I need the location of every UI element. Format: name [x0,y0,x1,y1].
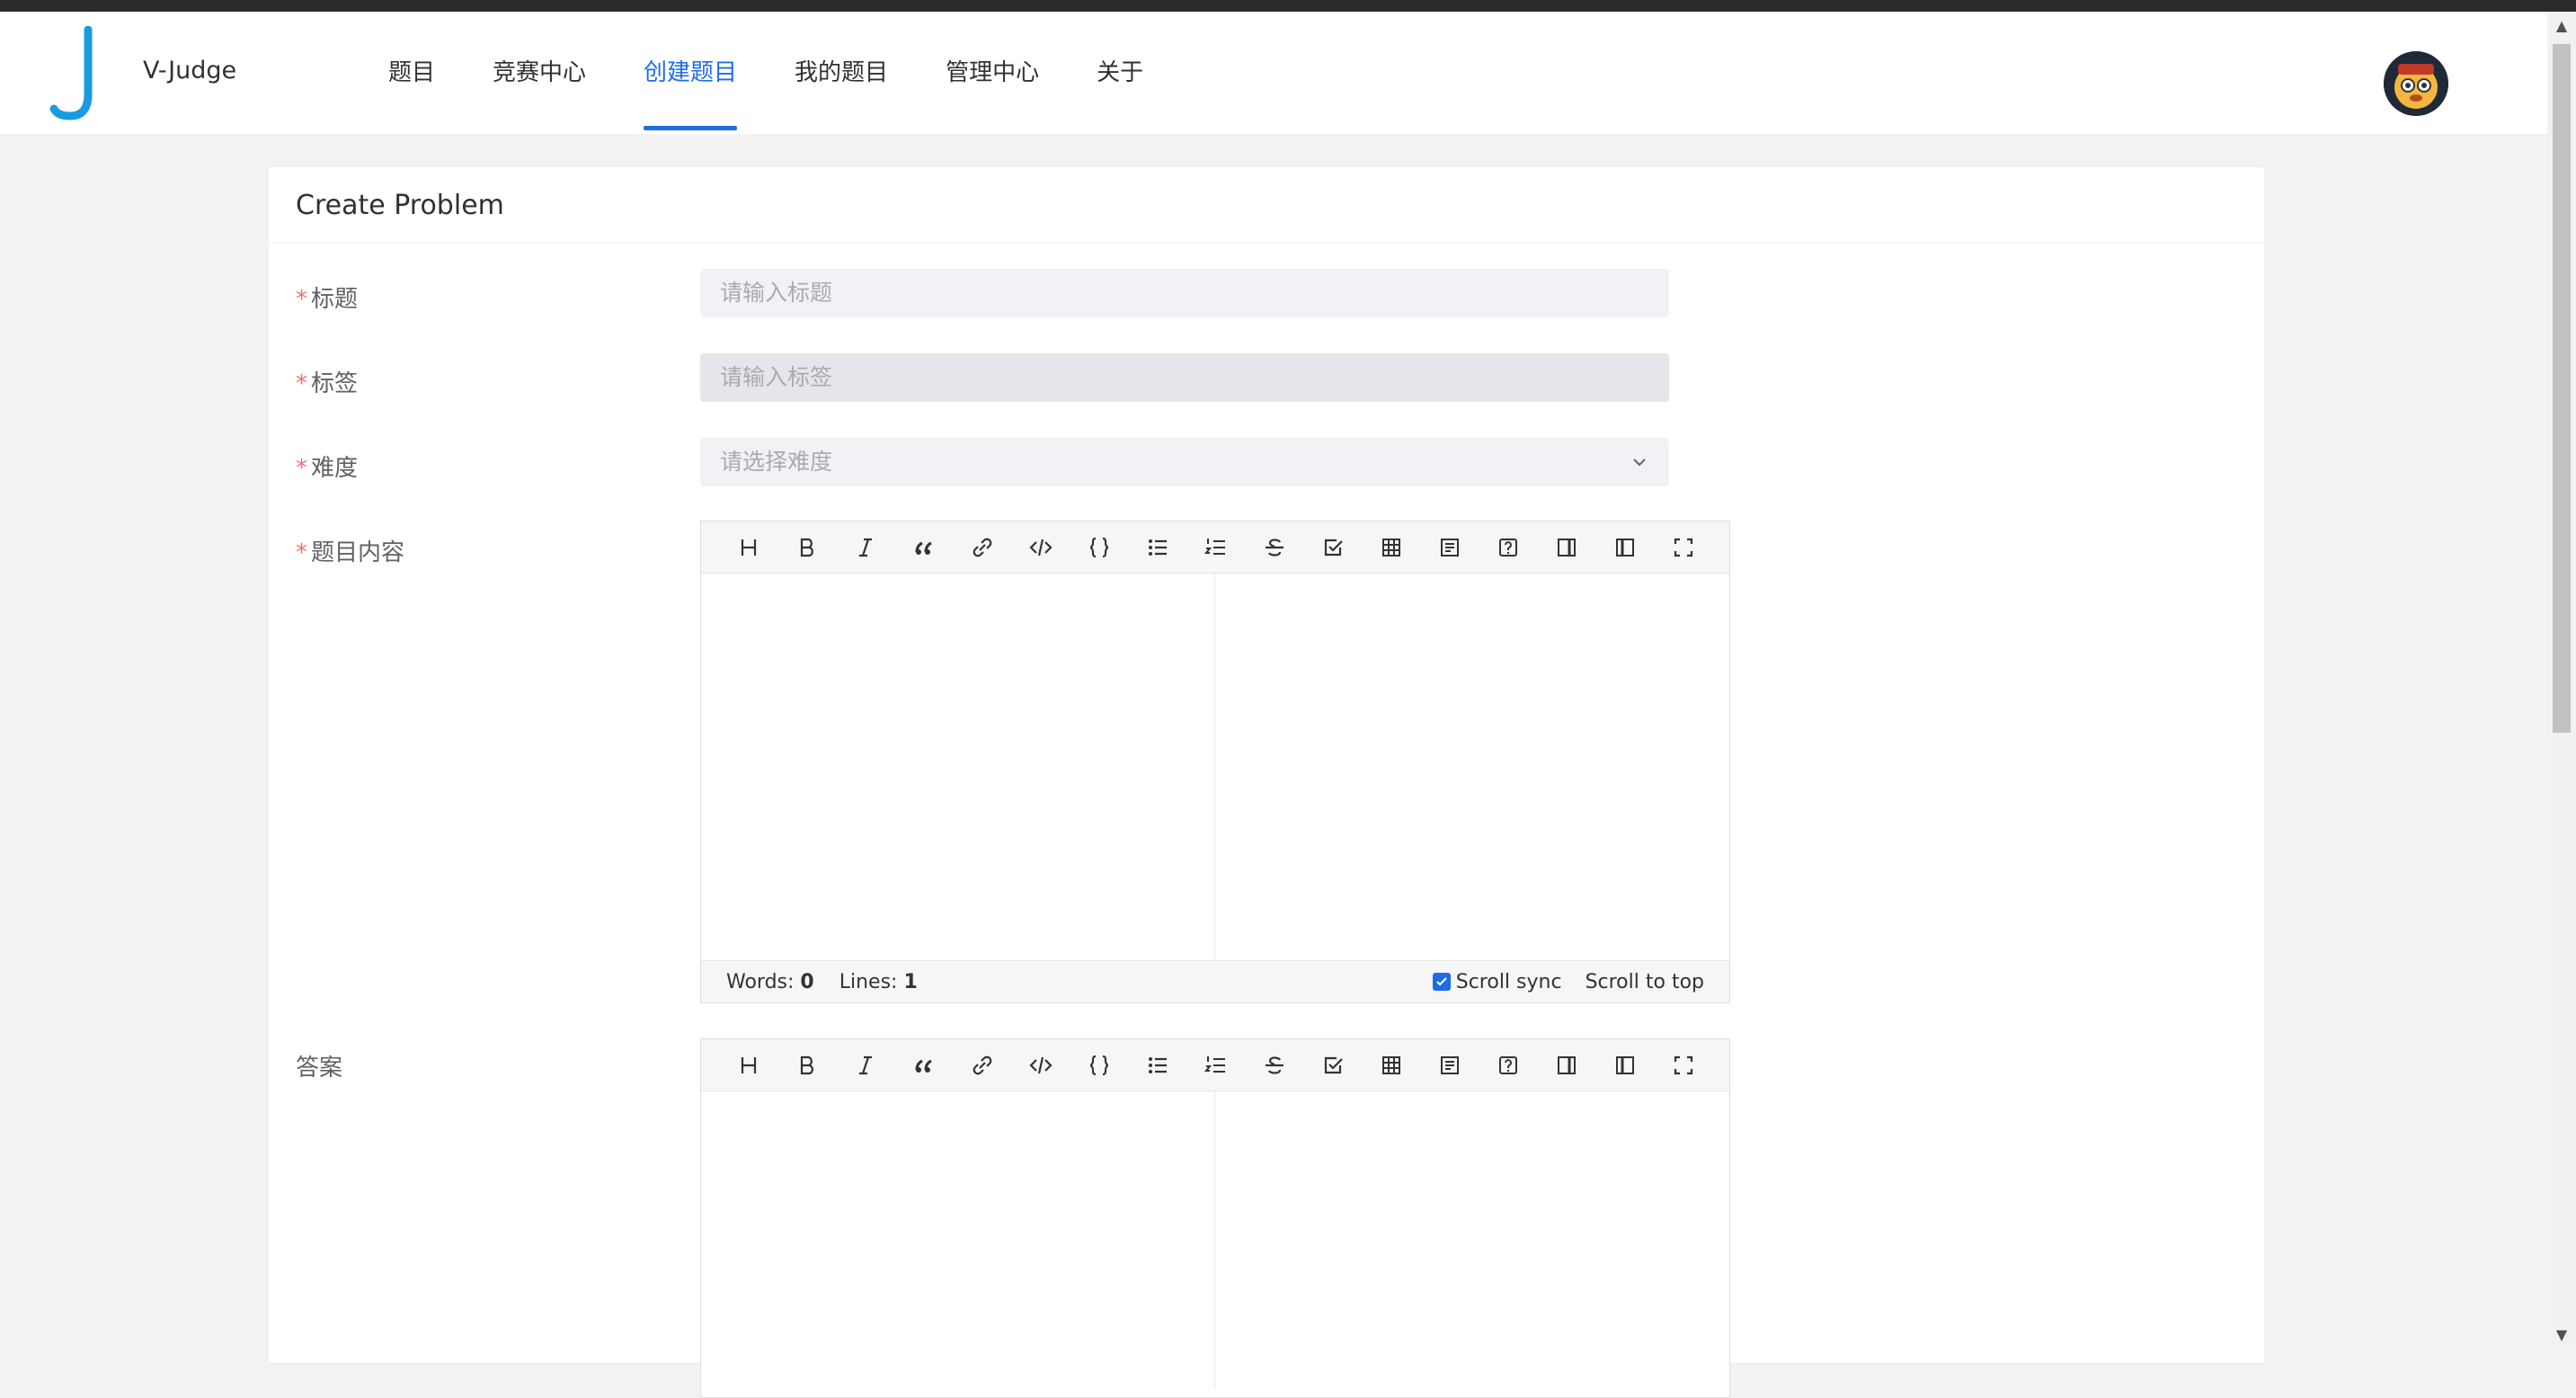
unordered-list-icon[interactable] [1128,1039,1186,1091]
required-mark: * [296,539,307,566]
code-icon[interactable] [1011,521,1070,573]
scroll-to-top-button[interactable]: Scroll to top [1586,971,1704,993]
editor-toolbar [701,1039,1729,1091]
nav-create-problem[interactable]: 创建题目 [615,12,766,134]
link-icon[interactable] [953,521,1011,573]
task-list-icon[interactable] [1303,521,1362,573]
difficulty-placeholder: 请选择难度 [720,449,833,475]
table-icon[interactable] [1362,521,1420,573]
bold-icon[interactable] [777,521,836,573]
required-mark: * [296,370,307,397]
nav-my-problems[interactable]: 我的题目 [766,12,917,134]
quote-icon[interactable] [894,1039,953,1091]
nav-contests[interactable]: 竞赛中心 [464,12,615,134]
word-count: Words: 0 [726,970,814,993]
task-list-icon[interactable] [1303,1039,1362,1091]
quote-icon[interactable] [894,521,953,573]
editor-statusbar: Words: 0 Lines: 1 Scroll sync Scroll to … [701,960,1729,1002]
content-label: * 题目内容 [296,539,405,566]
italic-icon[interactable] [836,1039,894,1091]
ordered-list-icon[interactable] [1186,1039,1245,1091]
scroll-thumb[interactable] [2553,44,2571,733]
checkbox-checked-icon[interactable] [1432,973,1451,991]
title-label: * 标题 [296,286,359,313]
unordered-list-icon[interactable] [1128,521,1186,573]
fullscreen-icon[interactable] [1654,521,1712,573]
preview-icon[interactable] [1420,521,1479,573]
code-block-icon[interactable] [1070,1039,1128,1091]
difficulty-select[interactable]: 请选择难度 [700,438,1669,486]
markdown-input-pane[interactable] [701,1091,1215,1388]
answer-label: 答案 [296,1055,343,1082]
main-nav: 题目 竞赛中心 创建题目 我的题目 管理中心 关于 [360,12,1172,134]
editor-panes [701,1091,1729,1388]
side-by-side-icon[interactable] [1537,521,1595,573]
fullscreen-icon[interactable] [1654,1039,1712,1091]
code-block-icon[interactable] [1070,521,1128,573]
page-scrollbar[interactable]: ▲ ▼ [2547,12,2576,1349]
card-title: Create Problem [269,167,2264,244]
tags-input[interactable]: 请输入标签 [700,353,1669,402]
strikethrough-icon[interactable] [1245,1039,1303,1091]
heading-icon[interactable] [719,1039,777,1091]
app-name[interactable]: V-Judge [143,57,236,85]
top-navbar: V-Judge 题目 竞赛中心 创建题目 我的题目 管理中心 关于 [0,12,2547,134]
difficulty-label: * 难度 [296,455,359,482]
catalog-icon[interactable] [1595,521,1654,573]
nav-admin[interactable]: 管理中心 [917,12,1068,134]
nav-problems[interactable]: 题目 [360,12,464,134]
chevron-down-icon [1633,459,1646,467]
catalog-icon[interactable] [1595,1039,1654,1091]
scroll-sync-toggle[interactable]: Scroll sync [1432,971,1562,993]
link-icon[interactable] [953,1039,1011,1091]
markdown-preview-pane [1215,1091,1729,1388]
logo-j-icon[interactable] [49,26,111,125]
title-input[interactable]: 请输入标题 [700,269,1669,317]
scroll-up-arrow-icon[interactable]: ▲ [2553,17,2571,35]
editor-panes [701,574,1729,960]
nav-about[interactable]: 关于 [1068,12,1172,134]
required-mark: * [296,286,307,313]
help-icon[interactable] [1479,521,1537,573]
required-mark: * [296,455,307,482]
markdown-input-pane[interactable] [701,574,1215,960]
bold-icon[interactable] [777,1039,836,1091]
create-problem-card: Create Problem * 标题 请输入标题 * 标签 请输入标签 * 难度 请… [268,166,2265,1398]
italic-icon[interactable] [836,521,894,573]
avatar-image-icon [2384,51,2448,116]
table-icon[interactable] [1362,1039,1420,1091]
answer-editor[interactable] [700,1038,1730,1398]
ordered-list-icon[interactable] [1186,521,1245,573]
strikethrough-icon[interactable] [1245,521,1303,573]
code-icon[interactable] [1011,1039,1070,1091]
line-count: Lines: 1 [839,970,918,993]
editor-toolbar [701,521,1729,574]
window-top-bar [0,0,2576,12]
markdown-preview-pane [1215,574,1729,960]
user-avatar[interactable] [2384,51,2448,116]
heading-icon[interactable] [719,521,777,573]
help-icon[interactable] [1479,1039,1537,1091]
preview-icon[interactable] [1420,1039,1479,1091]
side-by-side-icon[interactable] [1537,1039,1595,1091]
scroll-down-arrow-icon[interactable]: ▼ [2553,1326,2571,1344]
content-editor[interactable]: Words: 0 Lines: 1 Scroll sync Scroll to … [700,521,1730,1003]
tags-label: * 标签 [296,370,359,397]
